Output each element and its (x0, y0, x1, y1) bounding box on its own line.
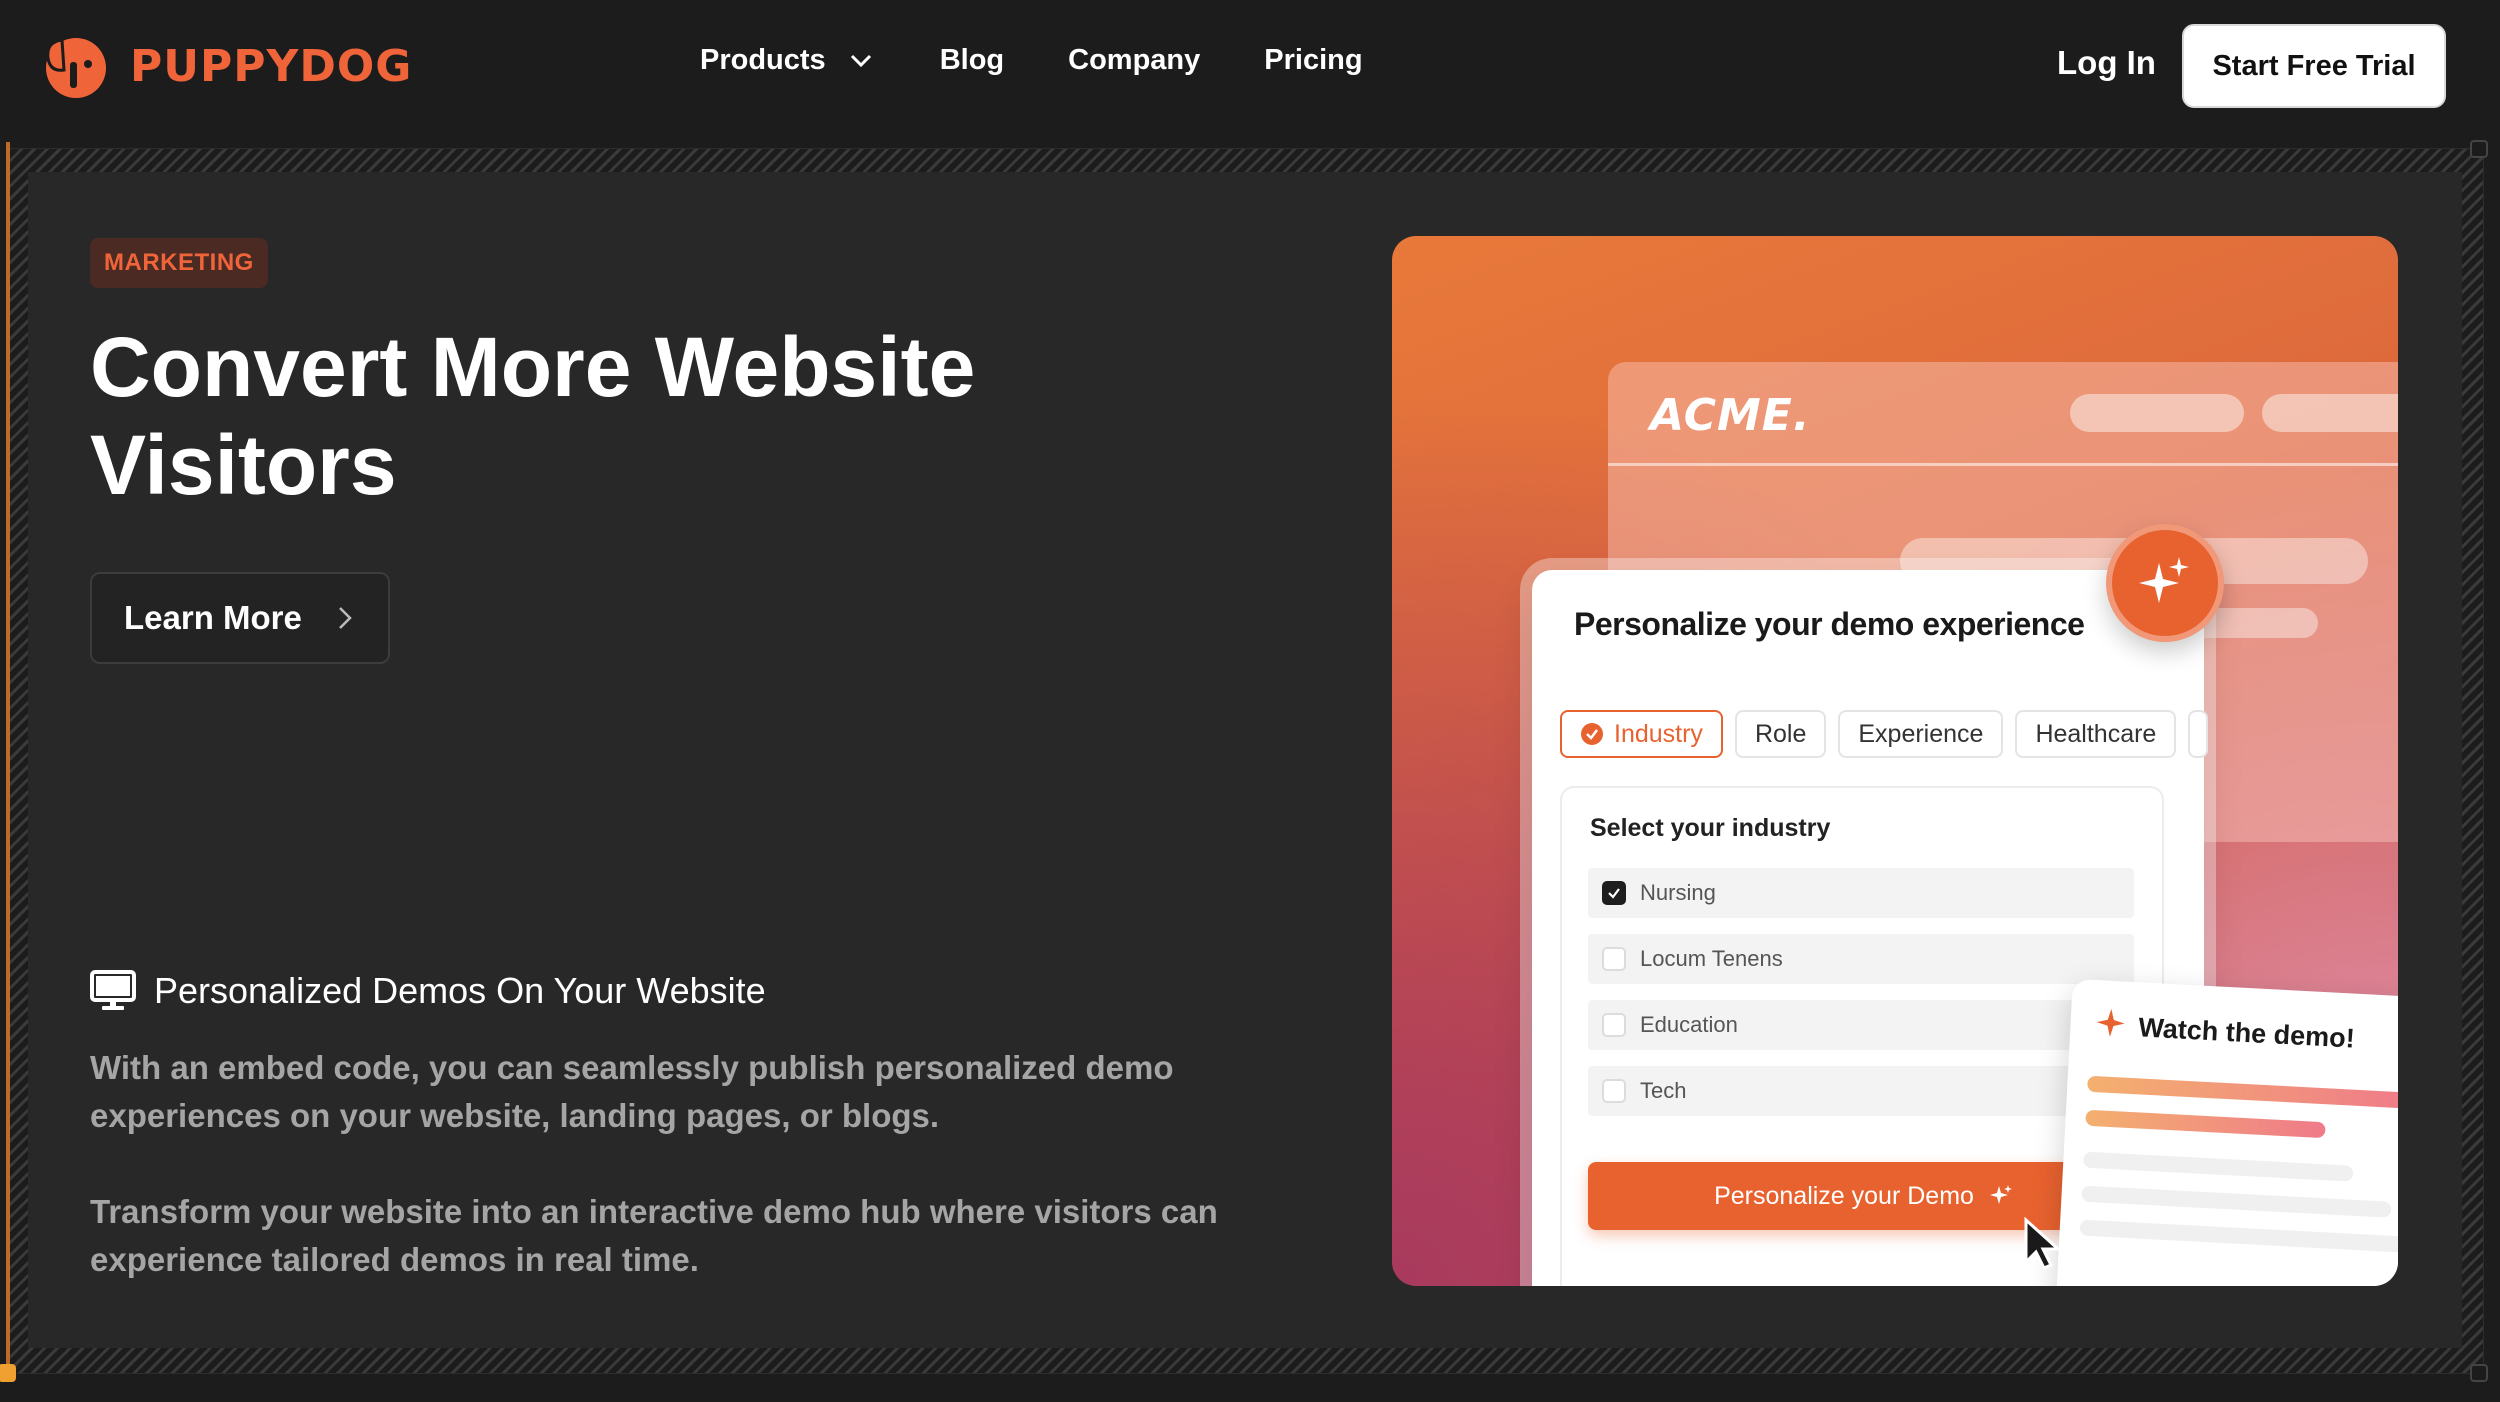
option-locum-tenens[interactable]: Locum Tenens (1588, 934, 2134, 984)
progress-bar (2085, 1109, 2326, 1139)
placeholder-line (2079, 1219, 2398, 1253)
chip-overflow (2188, 710, 2209, 758)
check-icon (1608, 888, 1620, 899)
cursor-icon (2024, 1216, 2062, 1270)
chip-industry-label: Industry (1614, 719, 1703, 748)
nav-pricing[interactable]: Pricing (1264, 44, 1362, 77)
start-free-trial-button[interactable]: Start Free Trial (2182, 24, 2446, 108)
placeholder-line (2083, 1151, 2354, 1182)
chevron-down-icon (850, 54, 871, 67)
personalize-demo-label: Personalize your Demo (1714, 1181, 1974, 1210)
puppydog-logo-icon (46, 38, 106, 98)
frame-corner-handle (0, 1364, 16, 1382)
watch-demo-card[interactable]: Watch the demo! (2055, 978, 2398, 1286)
primary-nav: Products Blog Company Pricing (700, 44, 1427, 77)
option-nursing[interactable]: Nursing (1588, 868, 2134, 918)
checkbox[interactable] (1602, 1079, 1626, 1103)
top-nav: PuppyDog Products Blog Company Pricing L… (0, 0, 2500, 132)
option-label: Education (1640, 1012, 1738, 1037)
option-label: Tech (1640, 1078, 1687, 1103)
option-label: Locum Tenens (1640, 946, 1783, 971)
placeholder-line (2081, 1185, 2392, 1218)
sparkle-icon (1989, 1185, 2012, 1204)
chip-experience[interactable]: Experience (1838, 710, 2004, 758)
brand-name: PuppyDog (130, 40, 413, 92)
acme-logo: ACME. (1650, 390, 1811, 441)
hero-headline: Convert More Website Visitors (90, 320, 976, 512)
nav-blog[interactable]: Blog (940, 44, 1004, 77)
placeholder-pill (2262, 394, 2398, 432)
brand-logo[interactable]: PuppyDog (40, 28, 412, 104)
chevron-right-icon (338, 607, 352, 629)
feature-paragraph-1: With an embed code, you can seamlessly p… (90, 1049, 1174, 1134)
option-tech[interactable]: Tech (1588, 1066, 2134, 1116)
check-circle-icon (1581, 723, 1603, 745)
option-label: Nursing (1640, 880, 1716, 905)
nav-products[interactable]: Products (700, 44, 876, 77)
watch-demo-title: Watch the demo! (2137, 1012, 2356, 1054)
star-icon (2096, 1008, 2125, 1037)
nav-products-label: Products (700, 44, 826, 76)
frame-corner-handle (2470, 140, 2488, 158)
frame-corner-handle (2470, 1364, 2488, 1382)
card-title: Personalize your demo experience (1574, 606, 2085, 642)
category-tag: MARKETING (90, 238, 268, 288)
placeholder-pill (2070, 394, 2244, 432)
select-label: Select your industry (1590, 814, 1831, 842)
sparkle-fab[interactable] (2106, 524, 2224, 642)
checkbox[interactable] (1602, 1013, 1626, 1037)
frame-accent-line (6, 142, 10, 1374)
checkbox[interactable] (1602, 947, 1626, 971)
option-education[interactable]: Education (1588, 1000, 2134, 1050)
feature-heading-text: Personalized Demos On Your Website (154, 970, 766, 1011)
acme-header: ACME. (1608, 362, 2398, 466)
monitor-icon (90, 970, 136, 1010)
chip-industry[interactable]: Industry (1560, 710, 1723, 758)
sparkle-icon (2139, 557, 2189, 603)
login-link[interactable]: Log In (2057, 44, 2156, 82)
nav-company[interactable]: Company (1068, 44, 1200, 77)
feature-paragraph-2: Transform your website into an interacti… (90, 1193, 1218, 1278)
progress-bar (2086, 1075, 2398, 1109)
checkbox-checked[interactable] (1602, 881, 1626, 905)
learn-more-button[interactable]: Learn More (90, 572, 390, 664)
feature-heading: Personalized Demos On Your Website (90, 970, 766, 1012)
product-illustration: ACME. Personalize your demo experience I… (1392, 236, 2398, 1286)
filter-chips: Industry Role Experience Healthcare (1560, 710, 2220, 758)
learn-more-label: Learn More (124, 599, 302, 636)
chip-role[interactable]: Role (1734, 710, 1827, 758)
chip-healthcare[interactable]: Healthcare (2015, 710, 2177, 758)
